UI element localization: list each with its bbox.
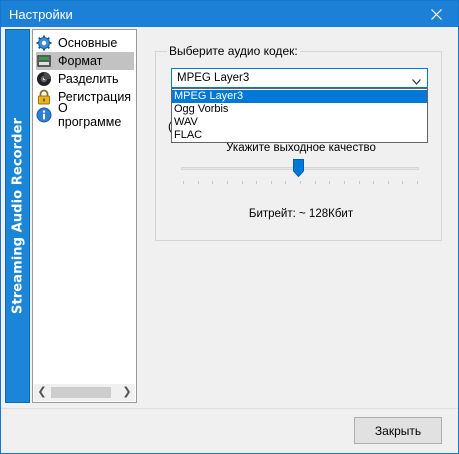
brand-text: Streaming Audio Recorder xyxy=(10,117,25,315)
sidebar-item-label: Основные xyxy=(58,36,118,50)
scroll-right-icon[interactable]: ❯ xyxy=(121,386,133,399)
slider-tick xyxy=(285,181,286,184)
close-dialog-button[interactable]: Закрыть xyxy=(354,417,442,444)
settings-sidebar: Основные Формат Разделить Регистрация О … xyxy=(32,29,137,403)
close-icon xyxy=(430,8,442,20)
codec-dropdown-list: MPEG Layer3 Ogg Vorbis WAV FLAC xyxy=(171,88,428,143)
slider-tick xyxy=(402,181,403,184)
lock-icon xyxy=(36,89,52,105)
sidebar-item-split[interactable]: Разделить xyxy=(36,70,134,88)
window-title: Настройки xyxy=(9,7,73,22)
slider-tick xyxy=(373,181,374,184)
slider-tick xyxy=(388,181,389,184)
codec-select-value: MPEG Layer3 xyxy=(177,72,250,84)
title-bar[interactable]: Настройки xyxy=(1,1,458,27)
slider-tick xyxy=(256,181,257,184)
bitrate-label: Битрейт: ~ 128Кбит xyxy=(248,208,354,220)
chevron-down-icon xyxy=(412,74,421,88)
sidebar-item-label: Формат xyxy=(58,54,103,68)
format-icon xyxy=(36,53,52,69)
slider-tick xyxy=(359,181,360,184)
codec-label: Выберите аудио кодек: xyxy=(167,44,300,58)
window-close-button[interactable] xyxy=(414,1,458,27)
brand-strip: Streaming Audio Recorder xyxy=(5,29,30,403)
slider-tick xyxy=(198,181,199,184)
slider-tick xyxy=(329,181,330,184)
settings-window: Настройки Streaming Audio Recorder Основ… xyxy=(0,0,459,454)
gear-icon xyxy=(36,35,52,51)
info-icon xyxy=(36,107,52,123)
codec-option[interactable]: MPEG Layer3 xyxy=(172,90,427,103)
slider-tick xyxy=(315,181,316,184)
sidebar-item-label: О программе xyxy=(58,101,122,129)
slider-tick xyxy=(183,181,184,184)
scroll-left-icon[interactable]: ❮ xyxy=(36,386,48,399)
sidebar-item-about[interactable]: О программе xyxy=(36,101,134,129)
slider-tick xyxy=(212,181,213,184)
sidebar-horizontal-scrollbar[interactable]: ❮ ❯ xyxy=(34,384,135,401)
quality-label: Укажите выходное качество xyxy=(226,142,376,154)
split-icon xyxy=(36,71,52,87)
scrollbar-thumb[interactable] xyxy=(51,387,111,398)
codec-option[interactable]: FLAC xyxy=(172,129,427,142)
slider-tick xyxy=(242,181,243,184)
slider-tick xyxy=(271,181,272,184)
sidebar-item-general[interactable]: Основные xyxy=(36,34,134,52)
codec-option[interactable]: Ogg Vorbis xyxy=(172,103,427,116)
slider-tick xyxy=(227,181,228,184)
quality-slider-thumb[interactable] xyxy=(293,159,304,178)
codec-select[interactable]: MPEG Layer3 xyxy=(171,68,428,88)
sidebar-item-label: Разделить xyxy=(58,72,119,86)
slider-tick xyxy=(344,181,345,184)
slider-tick xyxy=(417,181,418,184)
slider-tick xyxy=(300,181,301,184)
sidebar-item-format[interactable]: Формат xyxy=(36,52,134,70)
codec-option[interactable]: WAV xyxy=(172,116,427,129)
